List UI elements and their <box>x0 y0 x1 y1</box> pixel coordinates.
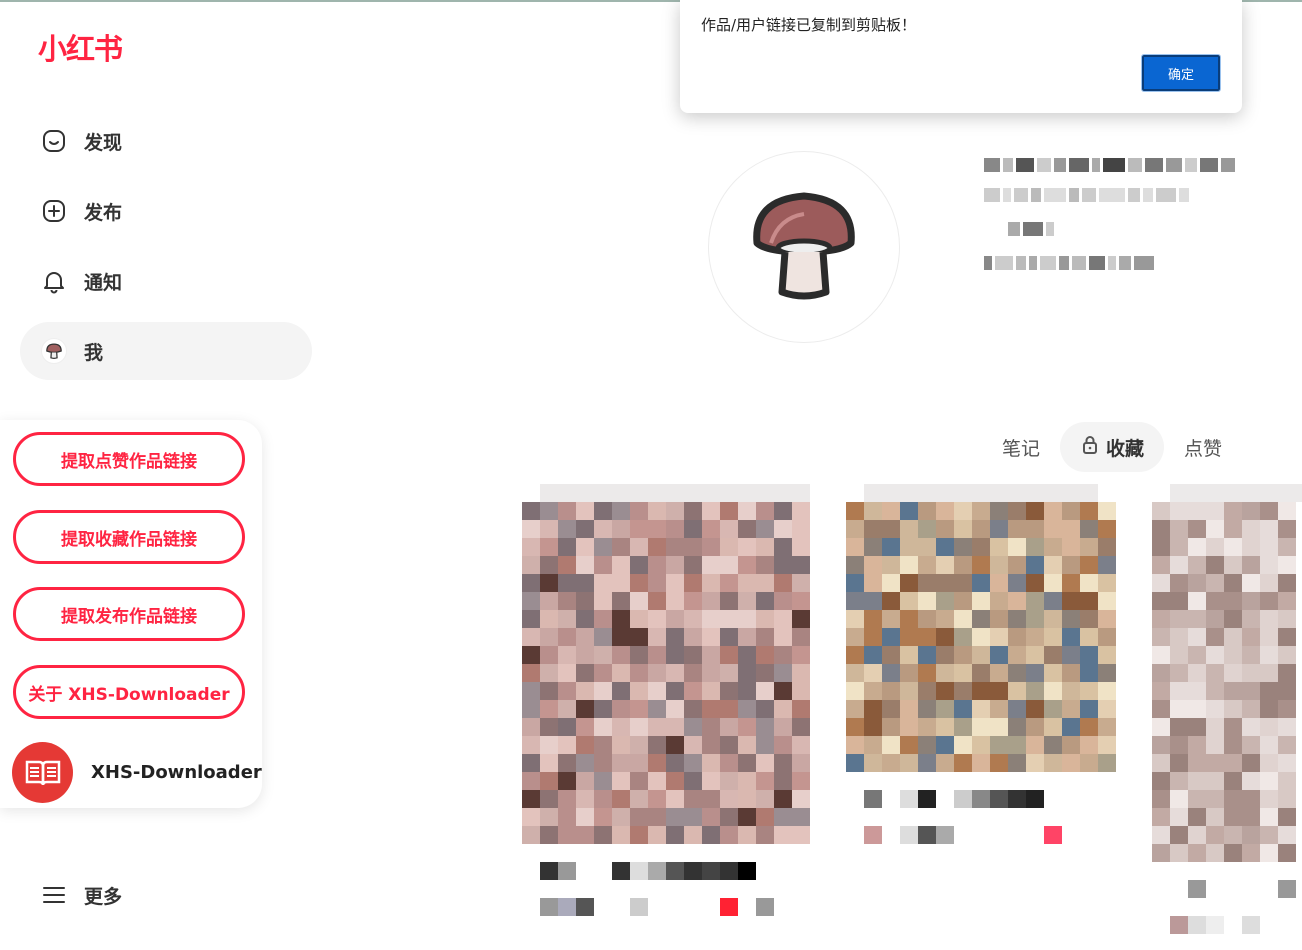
note-cover-image[interactable] <box>1152 502 1296 862</box>
nav-me[interactable]: 我 <box>20 322 312 380</box>
note-author-blurred <box>540 898 774 916</box>
tab-likes[interactable]: 点赞 <box>1170 422 1236 472</box>
xhs-downloader-panel: 提取点赞作品链接 提取收藏作品链接 提取发布作品链接 关于 XHS-Downlo… <box>0 420 262 808</box>
nav-publish[interactable]: 发布 <box>20 182 312 240</box>
nav-notifications-label: 通知 <box>84 271 123 294</box>
mushroom-avatar-icon <box>41 338 67 364</box>
home-icon <box>40 127 68 155</box>
extract-liked-links-button[interactable]: 提取点赞作品链接 <box>13 432 245 486</box>
nav-discover[interactable]: 发现 <box>20 112 312 170</box>
note-title-blurred <box>1188 880 1296 898</box>
xiaohongshu-logo[interactable]: 小红书 <box>38 26 123 68</box>
nav-notifications[interactable]: 通知 <box>20 252 312 310</box>
note-title-blurred <box>540 862 756 880</box>
nav-more[interactable]: 更多 <box>20 866 312 924</box>
tab-collections[interactable]: 收藏 <box>1060 422 1165 472</box>
nav-publish-label: 发布 <box>84 201 123 224</box>
profile-info-blurred <box>984 158 1235 270</box>
note-title-blurred <box>864 790 1044 808</box>
about-xhs-downloader-button[interactable]: 关于 XHS-Downloader <box>13 665 245 719</box>
nav-me-label: 我 <box>84 341 104 364</box>
book-icon <box>12 742 73 803</box>
ok-button[interactable]: 确定 <box>1141 54 1221 92</box>
alert-message: 作品/用户链接已复制到剪贴板！ <box>701 16 917 34</box>
nav-more-label: 更多 <box>84 885 123 908</box>
lock-icon <box>1082 435 1098 460</box>
alert-dialog: 作品/用户链接已复制到剪贴板！ 确定 <box>680 0 1242 113</box>
extract-collected-links-button[interactable]: 提取收藏作品链接 <box>13 510 245 564</box>
mushroom-avatar-icon <box>753 192 855 300</box>
tab-notes[interactable]: 笔记 <box>988 422 1054 472</box>
tab-collections-label: 收藏 <box>1106 437 1145 460</box>
plus-square-icon <box>40 197 68 225</box>
note-cover-image[interactable] <box>846 502 1116 772</box>
xhs-downloader-toggle[interactable]: XHS-Downloader <box>12 742 262 803</box>
profile-avatar[interactable] <box>708 151 900 343</box>
nav-discover-label: 发现 <box>84 131 123 154</box>
note-cover-image[interactable] <box>522 502 810 844</box>
xhs-downloader-name: XHS-Downloader <box>91 762 262 783</box>
note-author-blurred <box>864 826 1062 844</box>
extract-published-links-button[interactable]: 提取发布作品链接 <box>13 587 245 641</box>
bell-icon <box>40 267 68 295</box>
profile-tabs: 笔记 收藏 点赞 <box>988 422 1236 472</box>
menu-icon <box>40 881 68 909</box>
note-author-blurred <box>1170 916 1260 934</box>
